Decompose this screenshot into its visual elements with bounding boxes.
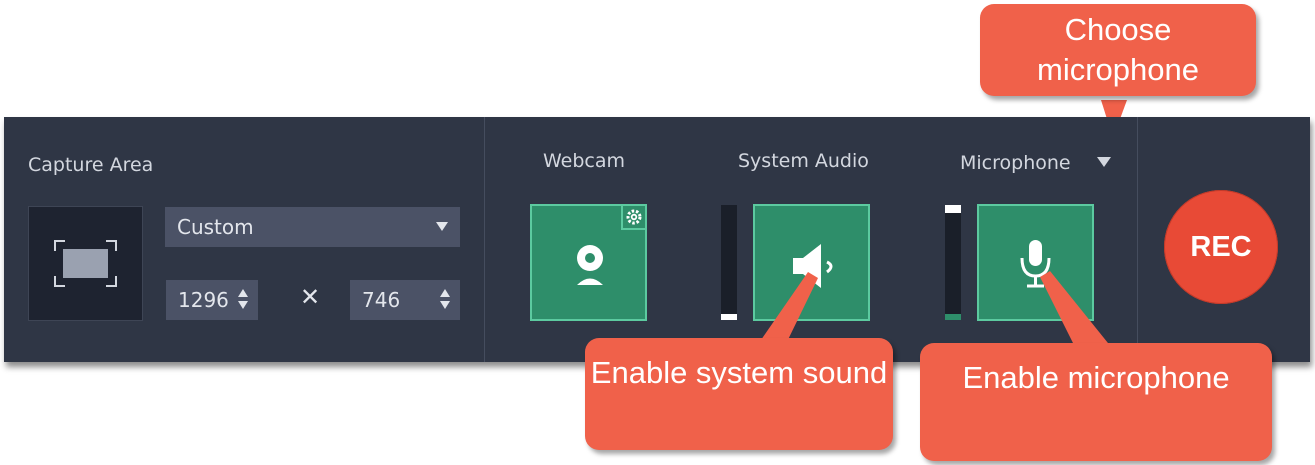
capture-width-input[interactable]: 1296 <box>166 280 258 320</box>
capture-height-input[interactable]: 746 <box>350 280 460 320</box>
microphone-level-fill <box>945 314 961 320</box>
microphone-label: Microphone <box>960 152 1071 174</box>
system-audio-label: System Audio <box>738 150 869 172</box>
capture-height-value: 746 <box>362 288 401 312</box>
microphone-level-marker <box>945 205 961 213</box>
capture-width-value: 1296 <box>178 288 229 312</box>
section-divider <box>484 117 485 362</box>
height-stepper-icon[interactable] <box>440 289 450 311</box>
webcam-settings-button[interactable] <box>621 206 645 230</box>
width-stepper-icon[interactable] <box>238 289 248 311</box>
dropdown-arrow-icon <box>436 222 448 231</box>
gear-icon <box>626 209 642 225</box>
system-audio-level-fill <box>721 314 737 320</box>
microphone-dropdown-arrow-icon[interactable] <box>1097 157 1111 167</box>
rec-button[interactable]: REC <box>1164 190 1278 304</box>
choose-microphone-callout-text: Choose microphone <box>1037 12 1199 87</box>
capture-area-selector[interactable] <box>28 206 143 321</box>
capture-preset-value: Custom <box>177 215 254 239</box>
webcam-label: Webcam <box>543 150 626 172</box>
capture-preset-dropdown[interactable]: Custom <box>165 207 460 247</box>
section-divider <box>1137 117 1138 362</box>
choose-microphone-callout: Choose microphone <box>980 4 1256 96</box>
capture-frame-icon <box>54 240 117 287</box>
enable-system-sound-callout-text: Enable system sound <box>590 355 888 390</box>
capture-area-label: Capture Area <box>28 154 154 176</box>
system-audio-level-meter[interactable] <box>721 205 737 320</box>
enable-microphone-callout: Enable microphone <box>920 343 1272 461</box>
webcam-toggle-button[interactable] <box>530 204 647 321</box>
dimension-separator: ✕ <box>300 283 321 311</box>
enable-system-sound-callout: Enable system sound <box>585 338 893 450</box>
microphone-level-meter[interactable] <box>945 205 961 320</box>
enable-microphone-callout-text: Enable microphone <box>962 360 1230 395</box>
